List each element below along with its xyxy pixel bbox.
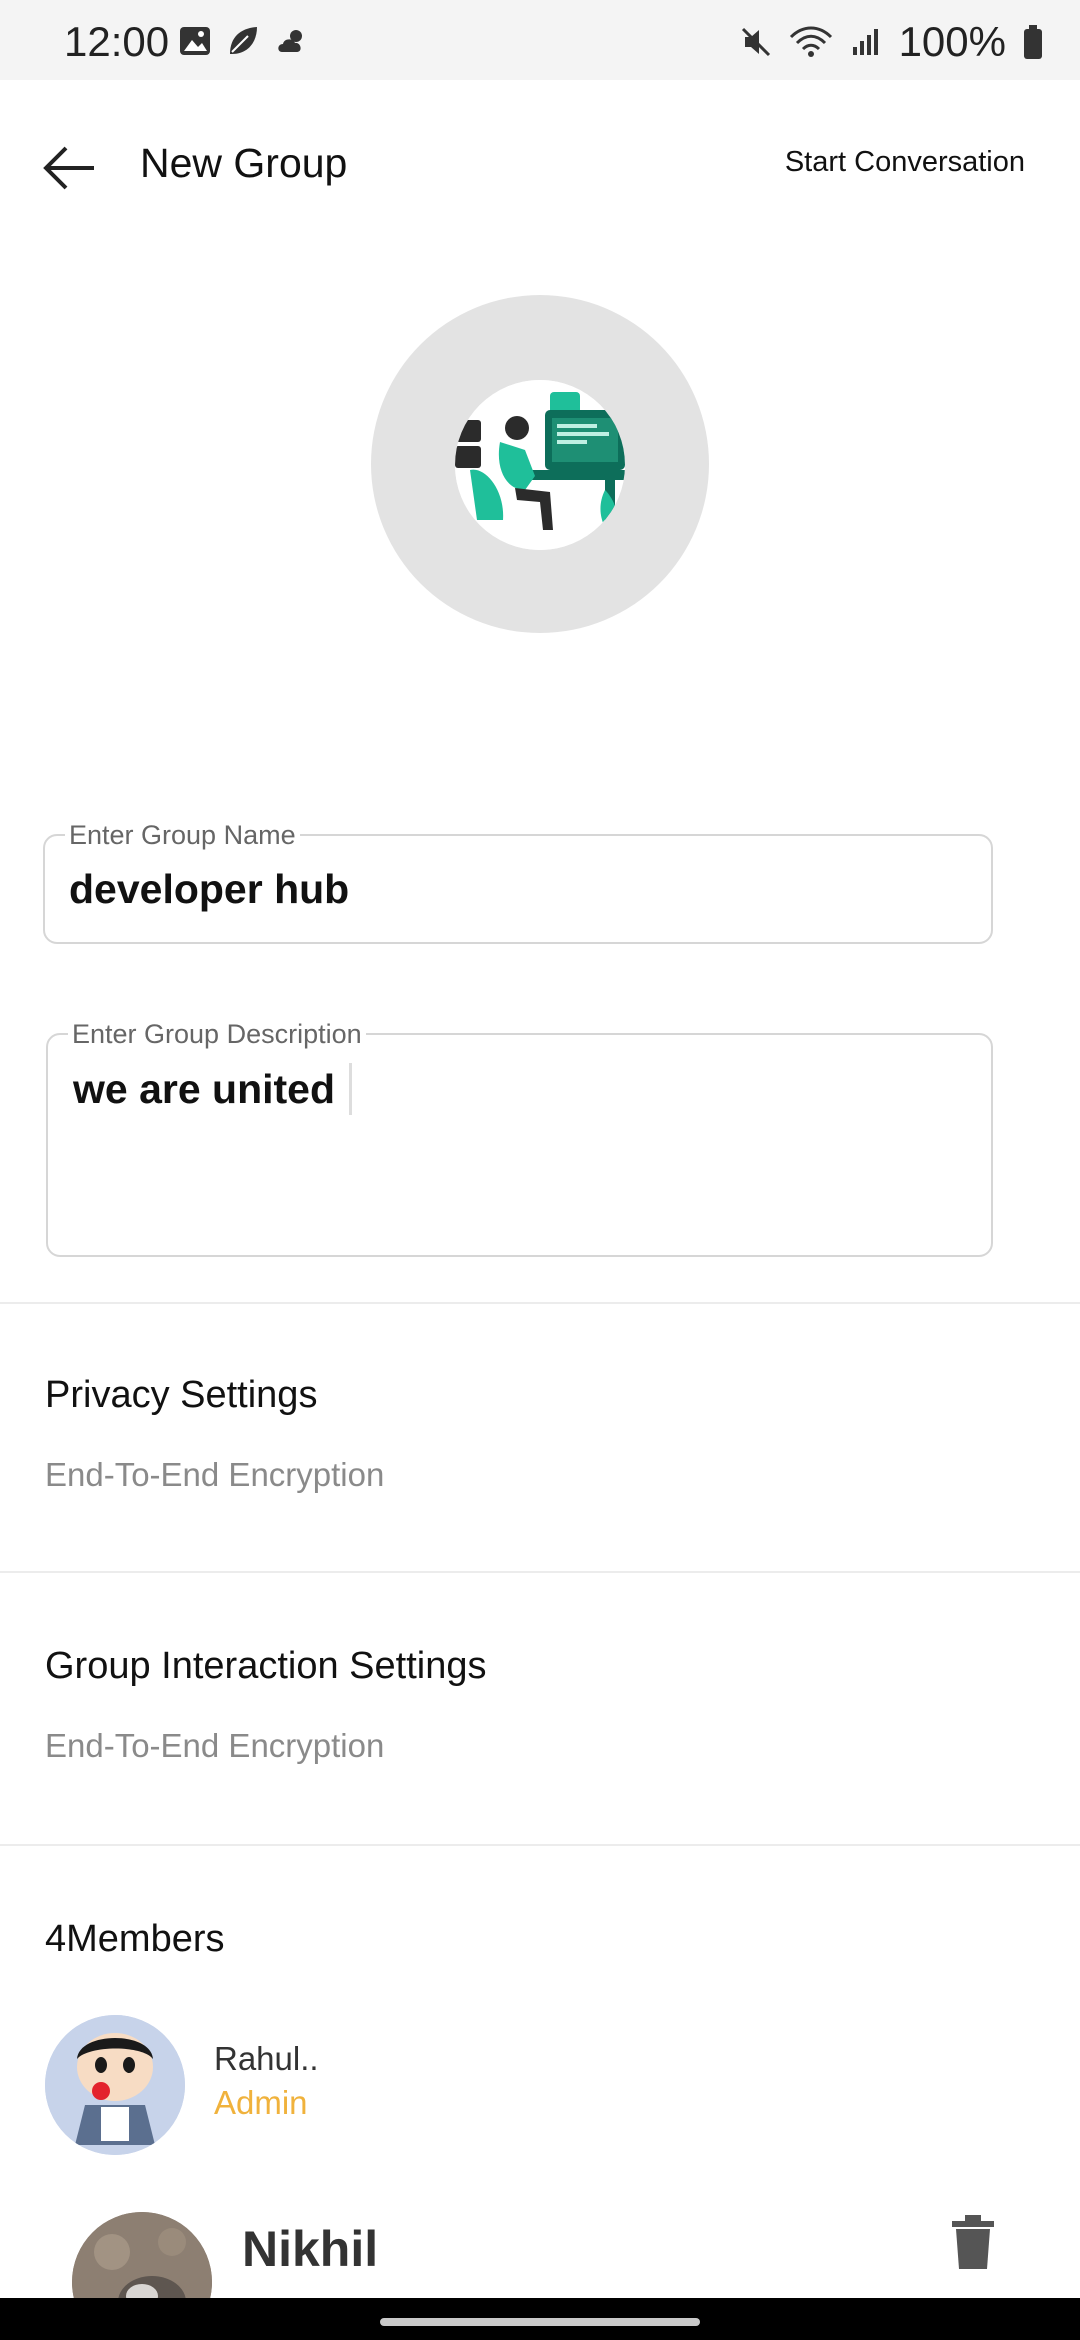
group-name-label: Enter Group Name	[65, 820, 300, 850]
system-navigation-bar	[0, 2298, 1080, 2340]
member-row[interactable]: Nikhil	[0, 2200, 1080, 2298]
group-description-field[interactable]: Enter Group Description we are united	[46, 1019, 993, 1257]
image-icon	[180, 27, 210, 55]
back-arrow-icon	[43, 146, 94, 190]
members-count-heading: 4Members	[45, 1918, 225, 1960]
status-bar: 12:00 100%	[0, 0, 1080, 80]
member-name: Nikhil	[242, 2221, 379, 2277]
leaf-icon	[230, 27, 257, 54]
developer-illustration	[455, 380, 625, 550]
privacy-settings-item[interactable]: Privacy Settings End-To-End Encryption	[0, 1304, 1080, 1570]
remove-member-button[interactable]	[950, 2215, 996, 2271]
start-conversation-button[interactable]: Start Conversation	[785, 146, 1025, 179]
battery-icon	[1024, 25, 1042, 59]
member-row[interactable]: Rahul.. Admin	[0, 2010, 1080, 2160]
back-button[interactable]	[40, 138, 100, 198]
avatar	[72, 2212, 212, 2298]
member-role-badge: Admin	[214, 2084, 308, 2121]
group-description-label: Enter Group Description	[68, 1019, 366, 1049]
avatar	[45, 2015, 185, 2155]
privacy-settings-subtitle: End-To-End Encryption	[45, 1456, 385, 1493]
mute-icon	[741, 27, 770, 57]
group-description-value: we are united	[73, 1065, 336, 1112]
home-gesture-handle[interactable]	[380, 2318, 700, 2326]
text-caret	[349, 1063, 353, 1115]
divider	[0, 1844, 1080, 1846]
interaction-settings-title: Group Interaction Settings	[45, 1645, 487, 1687]
wifi-icon	[789, 26, 832, 57]
status-time: 12:00	[64, 18, 170, 65]
group-interaction-settings-item[interactable]: Group Interaction Settings End-To-End En…	[0, 1573, 1080, 1843]
battery-percent: 100%	[898, 18, 1006, 65]
app-bar: New Group Start Conversation	[0, 80, 1080, 250]
interaction-settings-subtitle: End-To-End Encryption	[45, 1727, 385, 1764]
status-notification-icons	[178, 24, 310, 58]
privacy-settings-title: Privacy Settings	[45, 1374, 318, 1416]
group-name-value: developer hub	[69, 866, 350, 912]
member-name: Rahul..	[214, 2040, 319, 2077]
page-title: New Group	[140, 140, 348, 186]
signal-icon	[852, 29, 878, 55]
weather-icon	[278, 30, 302, 52]
status-system-icons: 100%	[739, 18, 1044, 66]
group-name-field[interactable]: Enter Group Name developer hub	[43, 820, 993, 944]
trash-icon	[952, 2215, 994, 2269]
